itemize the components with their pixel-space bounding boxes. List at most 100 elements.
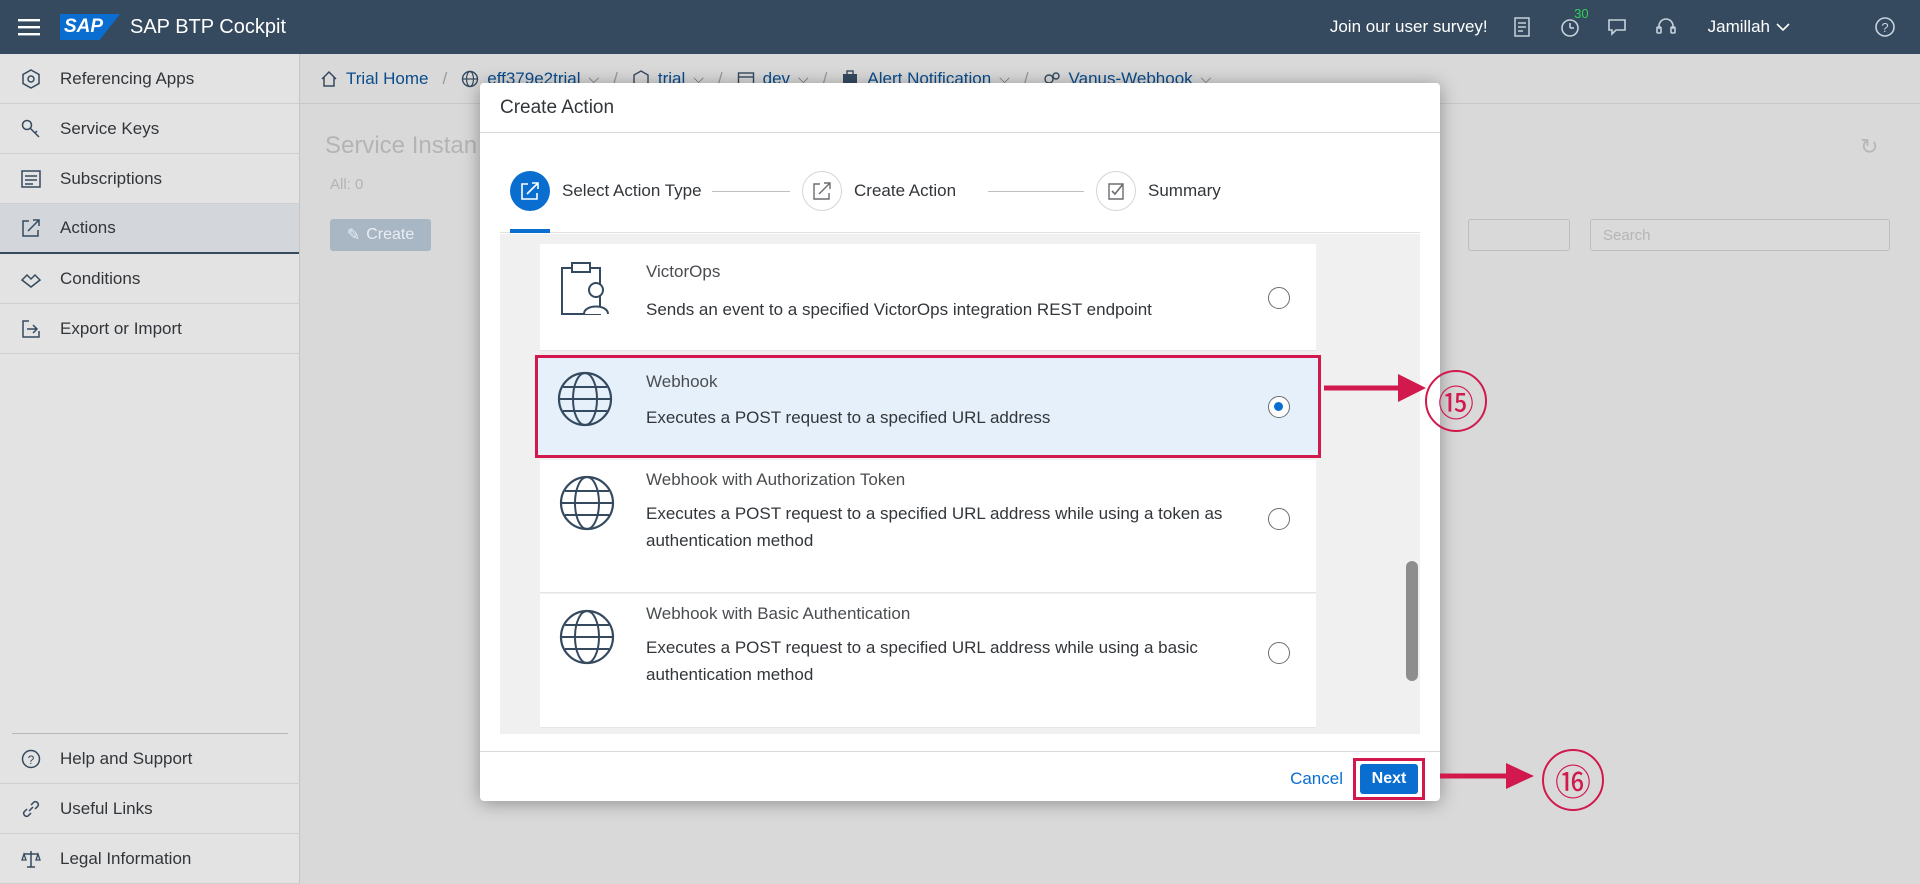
survey-icon[interactable] — [1507, 12, 1537, 42]
wizard-step-select-action-type[interactable]: Select Action Type — [510, 171, 702, 211]
support-headset-icon[interactable] — [1651, 12, 1681, 42]
search-placeholder: Search — [1603, 226, 1651, 244]
sidebar-item-help-support[interactable]: ? Help and Support — [0, 734, 300, 784]
option-description: Executes a POST request to a specified U… — [646, 408, 1051, 427]
wizard-step-create-action[interactable]: Create Action — [802, 171, 956, 211]
svg-text:?: ? — [28, 753, 35, 767]
globe-icon — [558, 474, 616, 532]
notification-count-badge: 30 — [1574, 6, 1589, 21]
create-action-icon — [802, 171, 842, 211]
export-import-icon — [20, 318, 42, 340]
select-action-type-icon — [510, 171, 550, 211]
actions-icon — [20, 217, 42, 239]
wizard-steps: Select Action Type Create Action Summary — [500, 133, 1420, 233]
svg-text:?: ? — [1881, 20, 1888, 35]
sidebar-item-label: Actions — [60, 218, 116, 237]
chevron-down-icon — [1776, 23, 1790, 32]
annotation-number: ⑮ — [1437, 384, 1474, 424]
option-description: Executes a POST request to a specified U… — [646, 638, 1198, 684]
cancel-button[interactable]: Cancel — [1290, 769, 1343, 789]
option-radio-checked[interactable] — [1268, 396, 1290, 418]
option-description: Sends an event to a specified VictorOps … — [646, 300, 1152, 319]
wizard-step-label: Select Action Type — [562, 181, 702, 200]
referencing-apps-icon — [20, 68, 42, 90]
sidebar-item-export-import[interactable]: Export or Import — [0, 304, 299, 354]
sidebar-item-label: Export or Import — [60, 318, 182, 338]
breadcrumb-home[interactable]: Trial Home — [320, 69, 429, 89]
victorops-icon — [558, 260, 616, 318]
annotation-step-16: ⑯ — [1542, 749, 1604, 811]
globe-icon — [558, 608, 616, 666]
option-description: Executes a POST request to a specified U… — [646, 504, 1223, 550]
option-radio[interactable] — [1268, 642, 1290, 664]
sidebar-item-useful-links[interactable]: Useful Links — [0, 784, 300, 834]
page-title: Service Instan — [325, 132, 478, 159]
app-title[interactable]: SAP BTP Cockpit — [130, 16, 286, 39]
option-radio[interactable] — [1268, 287, 1290, 309]
option-title: Webhook with Authorization Token — [646, 470, 906, 489]
menu-icon[interactable] — [0, 18, 58, 36]
key-icon — [20, 118, 42, 140]
legal-icon — [20, 848, 42, 870]
link-icon — [20, 798, 42, 820]
action-type-option[interactable]: VictorOps Sends an event to a specified … — [540, 244, 1316, 351]
search-input[interactable]: Search — [1590, 219, 1890, 251]
next-button-highlight: Next — [1353, 758, 1425, 800]
sidebar-item-label: Useful Links — [60, 798, 153, 818]
annotation-arrow-15 — [1322, 368, 1432, 413]
annotation-step-15: ⑮ — [1425, 370, 1487, 432]
annotation-number: ⑯ — [1554, 763, 1591, 803]
refresh-icon[interactable]: ↻ — [1860, 134, 1878, 160]
wizard-step-label: Summary — [1148, 181, 1221, 200]
action-type-option-selected[interactable]: Webhook Executes a POST request to a spe… — [535, 355, 1321, 458]
sidebar-item-actions[interactable]: Actions — [0, 204, 299, 254]
sidebar-item-label: Referencing Apps — [60, 68, 195, 88]
sidebar: Referencing Apps Service Keys Subscripti… — [0, 54, 300, 884]
notifications-icon[interactable]: 30 — [1555, 6, 1589, 42]
action-type-option[interactable]: Webhook with Basic Authentication Execut… — [540, 594, 1316, 728]
next-button[interactable]: Next — [1360, 764, 1418, 794]
summary-icon — [1096, 171, 1136, 211]
sidebar-item-label: Service Keys — [60, 118, 160, 138]
annotation-arrow-16 — [1438, 758, 1538, 799]
dialog-title: Create Action — [480, 83, 1440, 133]
sidebar-footer: ? Help and Support Useful Links Legal In… — [0, 733, 300, 884]
sap-logo: SAP — [60, 14, 120, 40]
active-step-indicator — [510, 229, 550, 233]
feedback-icon[interactable] — [1603, 12, 1633, 42]
subscriptions-icon — [20, 168, 42, 190]
sidebar-item-service-keys[interactable]: Service Keys — [0, 104, 299, 154]
wizard-step-label: Create Action — [854, 181, 957, 200]
help-icon[interactable]: ? — [1870, 12, 1900, 42]
create-button-label: Create — [366, 226, 415, 243]
globe-icon — [462, 70, 479, 87]
option-title: Webhook — [646, 372, 718, 391]
user-name: Jamillah — [1707, 17, 1770, 36]
filter-select[interactable] — [1468, 219, 1570, 251]
sidebar-item-label: Subscriptions — [60, 168, 163, 188]
help-icon: ? — [20, 748, 42, 770]
shell-bar: SAP SAP BTP Cockpit Join our user survey… — [0, 0, 1920, 54]
sidebar-item-label: Legal Information — [60, 848, 192, 868]
item-count: All: 0 — [330, 176, 364, 193]
home-icon — [321, 70, 337, 87]
wizard-step-summary[interactable]: Summary — [1096, 171, 1221, 211]
option-title: Webhook with Basic Authentication — [646, 604, 911, 623]
option-radio[interactable] — [1268, 508, 1290, 530]
create-action-dialog: Create Action Select Action Type Create … — [480, 83, 1440, 801]
create-button[interactable]: ✎ Create — [330, 219, 431, 251]
sidebar-item-subscriptions[interactable]: Subscriptions — [0, 154, 299, 204]
sidebar-item-label: Conditions — [60, 268, 141, 288]
user-survey-link[interactable]: Join our user survey! — [1330, 17, 1488, 37]
list-scrollbar[interactable] — [1406, 561, 1418, 681]
sidebar-item-conditions[interactable]: Conditions — [0, 254, 299, 304]
action-type-option[interactable]: Webhook with Authorization Token Execute… — [540, 460, 1316, 593]
edit-icon: ✎ — [346, 227, 361, 244]
sidebar-item-label: Help and Support — [60, 748, 193, 768]
option-title: VictorOps — [646, 262, 721, 281]
user-menu[interactable]: Jamillah — [1708, 17, 1790, 37]
sidebar-item-referencing-apps[interactable]: Referencing Apps — [0, 54, 299, 104]
sidebar-item-legal-information[interactable]: Legal Information — [0, 834, 300, 884]
conditions-icon — [20, 268, 42, 290]
globe-icon — [556, 370, 614, 428]
